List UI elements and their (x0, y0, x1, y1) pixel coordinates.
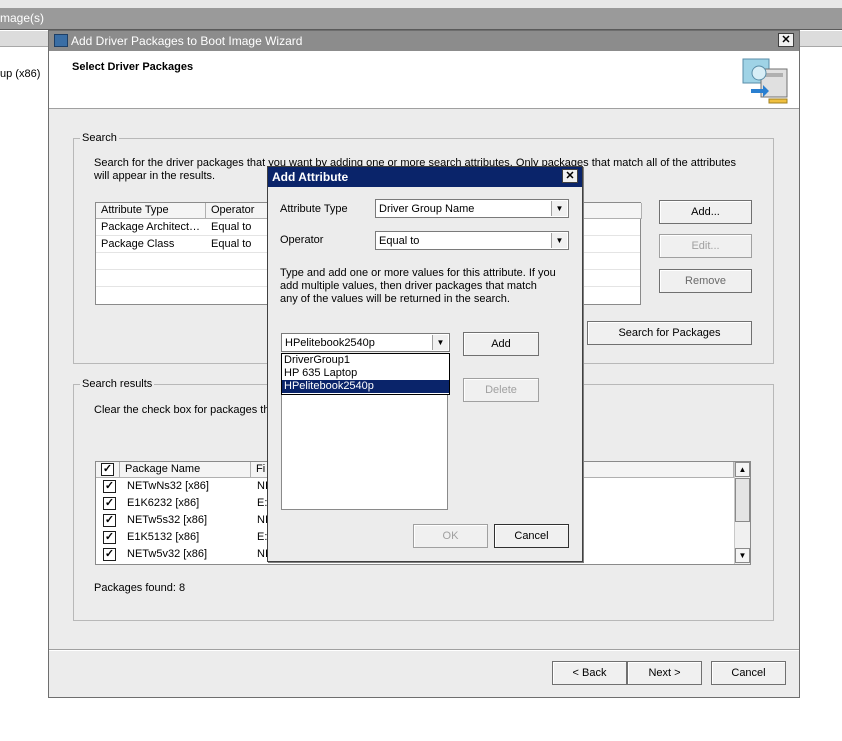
dialog-cancel-button[interactable]: Cancel (494, 524, 569, 548)
wizard-app-icon (54, 34, 68, 47)
package-name-cell: E1K6232 [x86] (127, 497, 200, 509)
wizard-close-icon[interactable]: ✕ (778, 33, 794, 47)
dialog-instructions: Type and add one or more values for this… (280, 267, 556, 305)
dialog-titlebar: Add Attribute ✕ (268, 167, 582, 187)
attribute-type-combo[interactable]: Driver Group Name ▼ (375, 199, 569, 218)
select-all-checkbox[interactable]: ✓ (101, 463, 114, 476)
attr-type-cell: Package Architect… (101, 221, 201, 233)
attr-type-cell: Package Class (101, 238, 175, 250)
chevron-down-icon[interactable]: ▼ (551, 201, 567, 216)
back-button[interactable]: < Back (552, 661, 627, 685)
add-attribute-dialog: Add Attribute ✕ Attribute Type Driver Gr… (267, 166, 583, 562)
package-checkbox[interactable]: ✓ (103, 480, 116, 493)
package-checkbox[interactable]: ✓ (103, 548, 116, 561)
remove-attribute-button[interactable]: Remove (659, 269, 752, 293)
column-header-package-name[interactable]: Package Name (120, 462, 251, 478)
attribute-type-value: Driver Group Name (379, 202, 475, 215)
background-title-fragment: mage(s) (0, 11, 45, 25)
wizard-header: Select Driver Packages (49, 51, 799, 109)
vertical-scrollbar[interactable]: ▲ ▼ (734, 462, 750, 564)
package-name-cell: NETw5s32 [x86] (127, 514, 208, 526)
results-group-label: Search results (80, 378, 155, 390)
scroll-up-icon[interactable]: ▲ (735, 462, 750, 477)
value-combo[interactable]: HPelitebook2540p ▼ (281, 333, 450, 352)
dialog-title: Add Attribute (272, 170, 349, 184)
values-list[interactable] (281, 393, 448, 510)
wizard-heading: Select Driver Packages (72, 61, 194, 73)
operator-combo[interactable]: Equal to ▼ (375, 231, 569, 250)
operator-value: Equal to (379, 234, 420, 247)
dialog-add-button[interactable]: Add (463, 332, 539, 356)
dialog-close-icon[interactable]: ✕ (562, 169, 578, 183)
package-checkbox[interactable]: ✓ (103, 514, 116, 527)
select-all-header[interactable]: ✓ (96, 462, 120, 478)
chevron-down-icon[interactable]: ▼ (432, 335, 448, 350)
value-dropdown-list[interactable]: DriverGroup1 HP 635 Laptop HPelitebook2540… (281, 353, 450, 395)
package-checkbox[interactable]: ✓ (103, 497, 116, 510)
value-combo-text: HPelitebook2540p (285, 336, 375, 349)
scroll-thumb[interactable] (735, 478, 750, 522)
package-name-cell: NETw5v32 [x86] (127, 548, 208, 560)
search-for-packages-button[interactable]: Search for Packages (587, 321, 752, 345)
edit-attribute-button[interactable]: Edit... (659, 234, 752, 258)
column-header-attribute-type[interactable]: Attribute Type (96, 203, 206, 219)
dropdown-option[interactable]: HP 635 Laptop (282, 367, 449, 380)
dropdown-option[interactable]: DriverGroup1 (282, 354, 449, 367)
search-group-label: Search (80, 132, 119, 144)
wizard-cancel-button[interactable]: Cancel (711, 661, 786, 685)
background-window-titlebar: mage(s) (0, 0, 842, 30)
background-tree-item[interactable]: up (x86) (0, 68, 40, 80)
dialog-ok-button[interactable]: OK (413, 524, 488, 548)
scroll-down-icon[interactable]: ▼ (735, 548, 750, 563)
package-name-cell: NETwNs32 [x86] (127, 480, 209, 492)
dialog-delete-button[interactable]: Delete (463, 378, 539, 402)
package-checkbox[interactable]: ✓ (103, 531, 116, 544)
package-name-cell: E1K5132 [x86] (127, 531, 200, 543)
dropdown-option[interactable]: HPelitebook2540p (282, 380, 449, 393)
packages-found-label: Packages found: 8 (94, 582, 186, 594)
wizard-footer-divider (49, 649, 799, 651)
chevron-down-icon[interactable]: ▼ (551, 233, 567, 248)
wizard-titlebar: Add Driver Packages to Boot Image Wizard… (49, 31, 799, 51)
attribute-type-label: Attribute Type (280, 203, 348, 215)
next-button[interactable]: Next > (627, 661, 702, 685)
results-description: Clear the check box for packages th (94, 404, 270, 416)
wizard-title: Add Driver Packages to Boot Image Wizard (71, 34, 303, 48)
wizard-computer-icon (741, 55, 791, 107)
add-attribute-button[interactable]: Add... (659, 200, 752, 224)
operator-label: Operator (280, 234, 324, 246)
